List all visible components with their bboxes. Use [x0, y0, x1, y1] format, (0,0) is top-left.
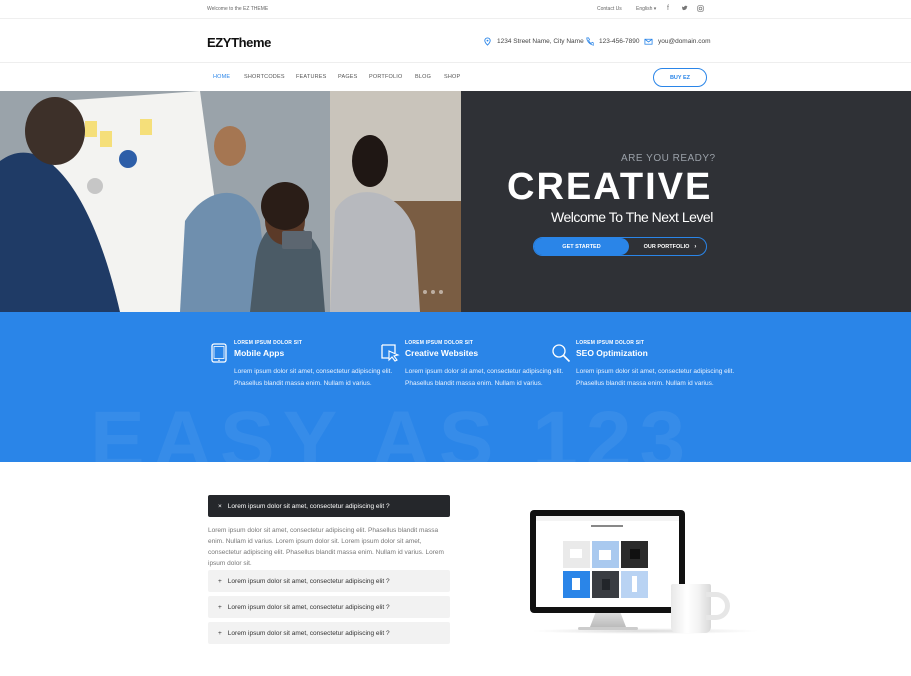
feature-kicker: LOREM IPSUM DOLOR SIT: [405, 340, 474, 346]
search-icon: [552, 344, 571, 363]
slider-dot[interactable]: [439, 290, 443, 294]
feature-description: Lorem ipsum dolor sit amet, consectetur …: [234, 368, 393, 387]
feature-description: Lorem ipsum dolor sit amet, consectetur …: [576, 368, 735, 387]
hero-subtitle: Welcome To The Next Level: [551, 209, 713, 225]
nav-item-shop[interactable]: SHOP: [444, 74, 460, 80]
get-started-button[interactable]: GET STARTED: [534, 238, 629, 255]
feature-mobile-apps: LOREM IPSUM DOLOR SIT Mobile Apps Lorem …: [211, 340, 394, 390]
hero-photo: [0, 91, 461, 312]
our-portfolio-label: OUR PORTFOLIO: [643, 243, 690, 250]
buy-button[interactable]: BUY EZ: [653, 68, 707, 87]
tablet-icon: [211, 343, 227, 363]
chevron-right-icon: ›: [694, 243, 697, 250]
cursor-icon: [381, 344, 400, 362]
logo[interactable]: EZYTheme: [207, 35, 271, 50]
header: EZYTheme 1234 Street Name, City Name 123…: [0, 19, 911, 63]
hero-title: CREATIVE: [507, 166, 713, 208]
accordion-title: Lorem ipsum dolor sit amet, consectetur …: [227, 502, 390, 510]
background-watermark-text: EASY AS 123: [90, 395, 694, 462]
nav-item-shortcodes[interactable]: SHORTCODES: [244, 74, 285, 80]
slider-dot[interactable]: [423, 290, 427, 294]
accordion-body: Lorem ipsum dolor sit amet, consectetur …: [208, 527, 444, 567]
hero-slider: ARE YOU READY? CREATIVE Welcome To The N…: [0, 91, 911, 312]
phone-icon: [586, 37, 594, 46]
accordion-title: Lorem ipsum dolor sit amet, consectetur …: [227, 577, 390, 585]
feature-description: Lorem ipsum dolor sit amet, consectetur …: [405, 368, 564, 387]
product-shadow: [530, 628, 760, 634]
mug-handle: [706, 592, 730, 620]
monitor-base: [578, 627, 638, 630]
page: Welcome to the EZ THEME Contact Us Engli…: [0, 0, 911, 676]
plus-icon: +: [218, 577, 222, 585]
language-select[interactable]: English ▾: [636, 6, 656, 12]
nav-item-portfolio[interactable]: PORTFOLIO: [369, 74, 402, 80]
plus-icon: +: [218, 603, 222, 611]
close-icon: ×: [218, 502, 222, 510]
accordion-item[interactable]: + Lorem ipsum dolor sit amet, consectetu…: [208, 596, 450, 618]
nav-item-features[interactable]: FEATURES: [296, 74, 327, 80]
email-info: you@domain.com: [644, 37, 710, 46]
accordion-item-open[interactable]: × Lorem ipsum dolor sit amet, consectetu…: [208, 495, 450, 517]
accordion-item[interactable]: + Lorem ipsum dolor sit amet, consectetu…: [208, 570, 450, 592]
feature-seo-optimization: LOREM IPSUM DOLOR SIT SEO Optimization L…: [552, 340, 736, 390]
feature-creative-websites: LOREM IPSUM DOLOR SIT Creative Websites …: [381, 340, 565, 390]
monitor-stand: [590, 613, 626, 627]
feature-kicker: LOREM IPSUM DOLOR SIT: [234, 340, 303, 346]
address-text: 1234 Street Name, City Name: [497, 38, 584, 45]
hero-button-group: GET STARTED OUR PORTFOLIO ›: [533, 237, 707, 256]
nav-item-home[interactable]: HOME: [213, 74, 230, 80]
monitor-image: [530, 510, 685, 613]
features-section: EASY AS 123 LOREM IPSUM DOLOR SIT Mobile…: [0, 312, 911, 462]
shop-screenshot-illustration: [536, 516, 679, 598]
envelope-icon: [644, 38, 653, 45]
nav-item-pages[interactable]: PAGES: [338, 74, 358, 80]
twitter-icon[interactable]: [682, 5, 689, 15]
welcome-text: Welcome to the EZ THEME: [207, 6, 269, 12]
hero-kicker: ARE YOU READY?: [621, 153, 716, 164]
feature-title: Creative Websites: [405, 348, 479, 358]
address-info: 1234 Street Name, City Name: [483, 37, 584, 46]
slider-dot[interactable]: [431, 290, 435, 294]
feature-kicker: LOREM IPSUM DOLOR SIT: [576, 340, 645, 346]
top-bar: Welcome to the EZ THEME Contact Us Engli…: [0, 0, 911, 19]
team-photo-illustration: [0, 91, 461, 312]
contact-us-link[interactable]: Contact Us: [597, 6, 622, 12]
facebook-icon[interactable]: f: [667, 5, 669, 13]
map-pin-icon: [484, 37, 491, 46]
feature-title: Mobile Apps: [234, 348, 285, 358]
accordion-item[interactable]: + Lorem ipsum dolor sit amet, consectetu…: [208, 622, 450, 644]
nav-item-blog[interactable]: BLOG: [415, 74, 431, 80]
accordion-title: Lorem ipsum dolor sit amet, consectetur …: [227, 629, 390, 637]
mug-image: [671, 584, 711, 633]
feature-title: SEO Optimization: [576, 348, 648, 358]
our-portfolio-button[interactable]: OUR PORTFOLIO ›: [634, 238, 706, 255]
main-nav: HOME SHORTCODES FEATURES PAGES PORTFOLIO…: [0, 63, 911, 91]
monitor-screen: [536, 516, 679, 607]
accordion-title: Lorem ipsum dolor sit amet, consectetur …: [227, 603, 390, 611]
phone-info: 123-456-7890: [585, 37, 639, 46]
slider-dots: [423, 290, 443, 294]
email-text[interactable]: you@domain.com: [658, 38, 710, 45]
instagram-icon[interactable]: [697, 5, 704, 15]
phone-text: 123-456-7890: [599, 38, 640, 45]
plus-icon: +: [218, 629, 222, 637]
